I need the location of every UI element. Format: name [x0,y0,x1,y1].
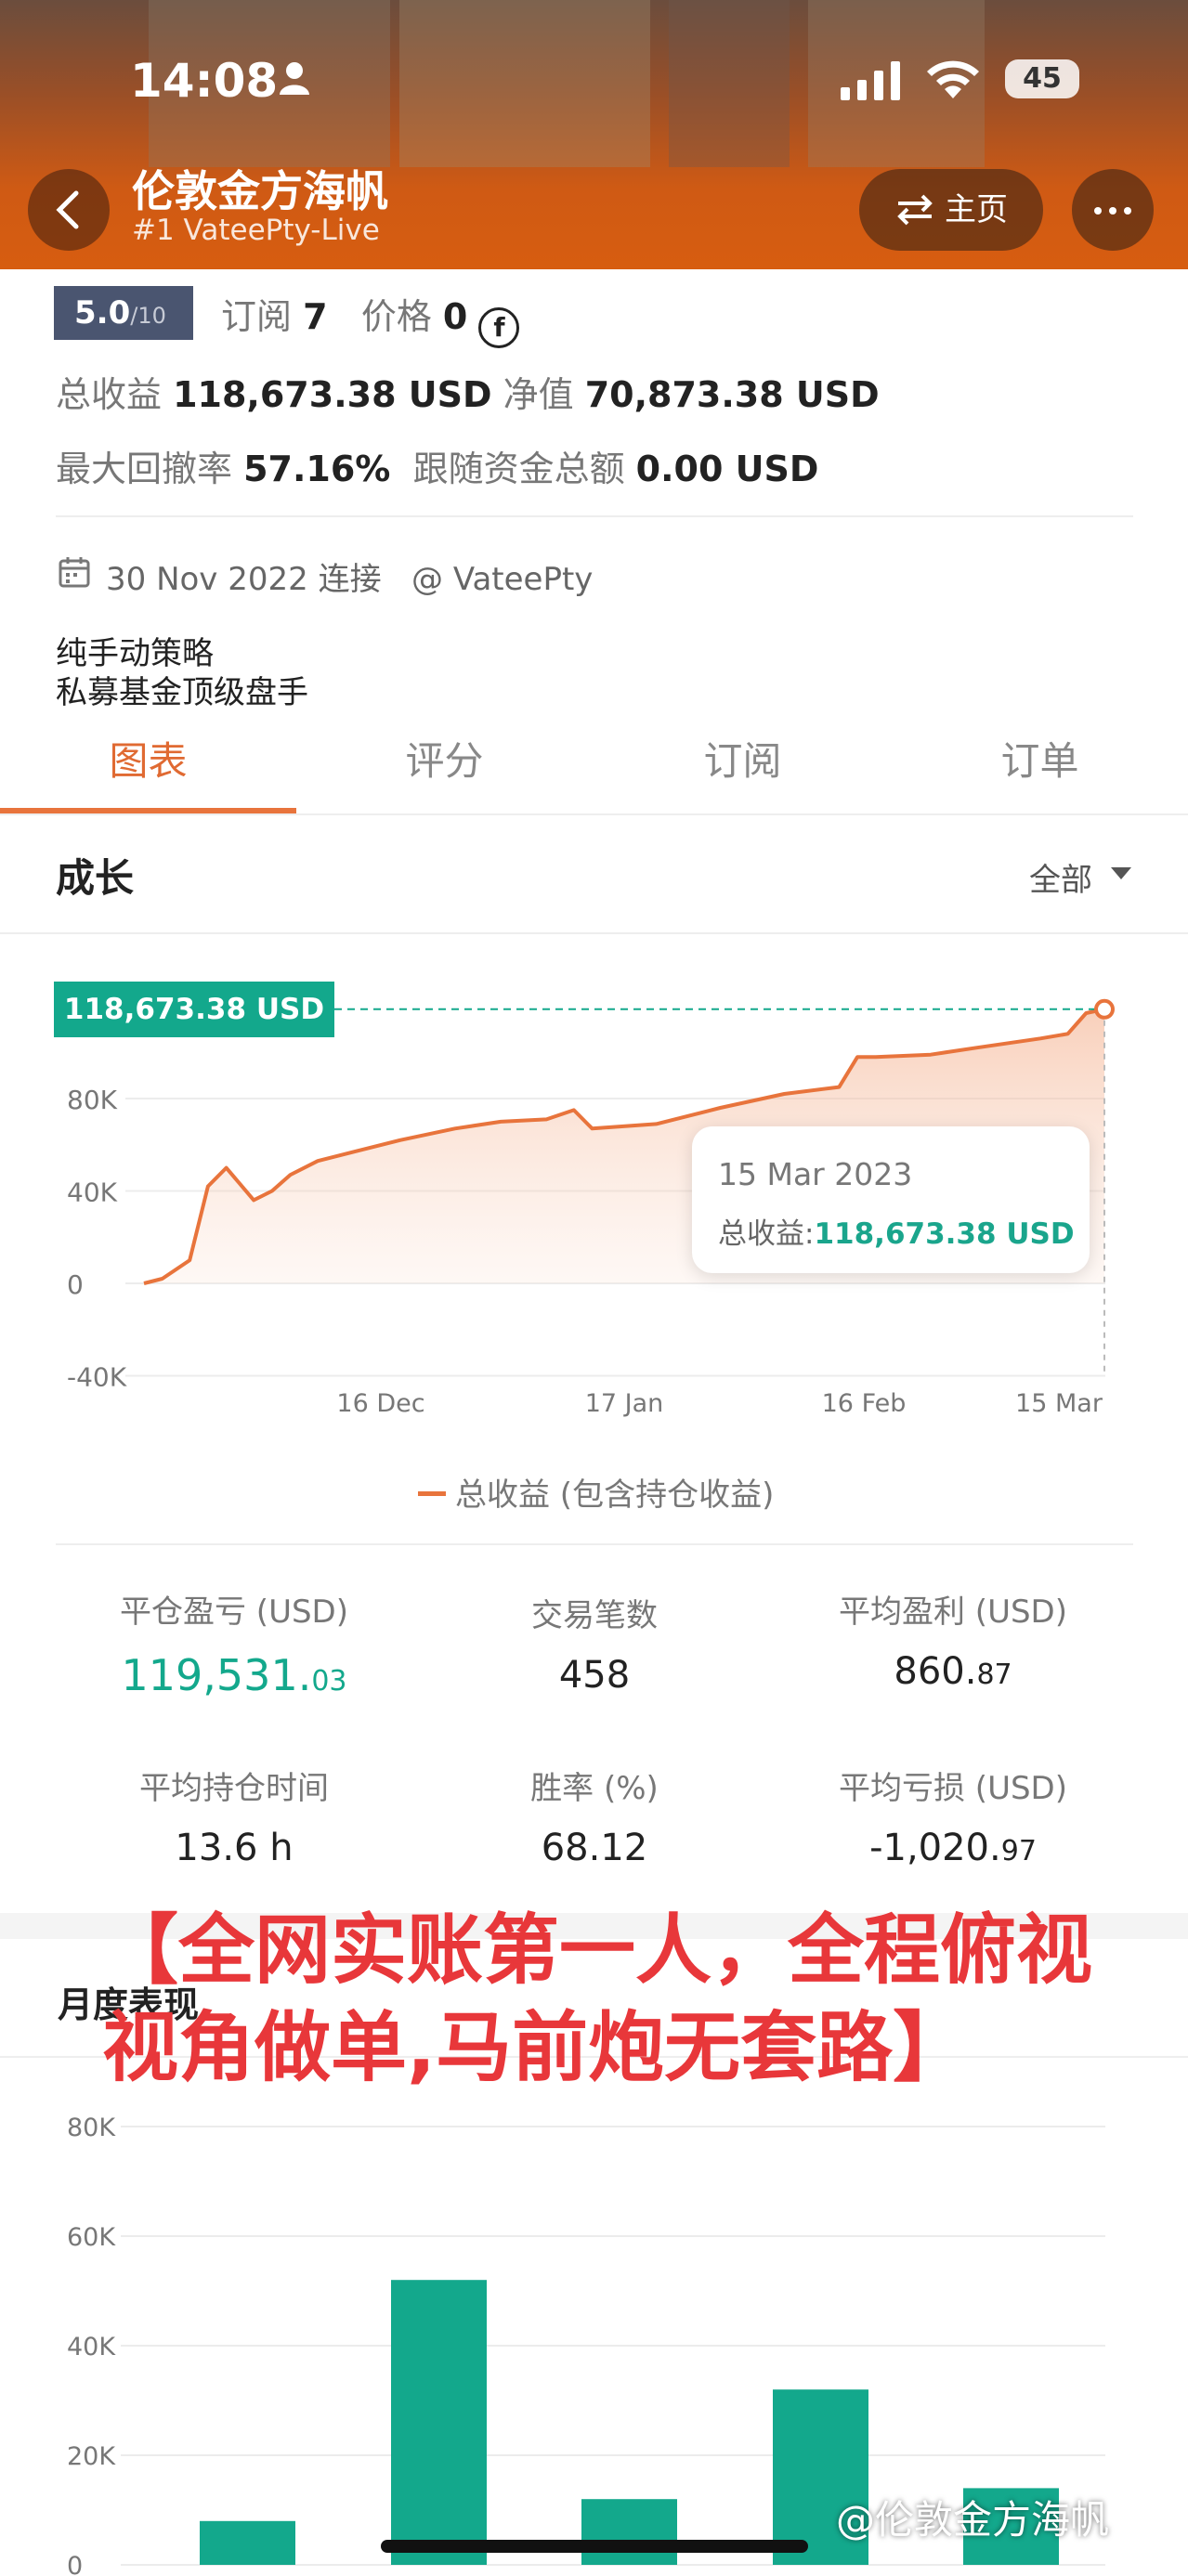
back-button[interactable] [28,169,110,251]
price-value: 0 [442,296,468,337]
stat-label: 交易笔数 [531,1597,658,1634]
swap-icon [897,194,933,226]
wifi-icon [927,60,979,98]
y-tick-label: -40K [67,1362,127,1393]
y-tick-label: 40K [67,1177,118,1208]
tab-orders[interactable]: 订单 [892,730,1188,787]
header: 14:08 45 伦敦金方海帆 #1 VateePty-Live 主页 [0,0,1188,269]
follow-value: 0.00 USD [635,449,819,489]
stat-closed-pnl: 平仓盈亏 (USD) 119,531.03 [58,1586,411,1700]
tab-divider [0,813,1188,815]
stat-value: 458 [558,1654,631,1697]
tab-subscribe[interactable]: 订阅 [594,730,891,787]
drawdown-label: 最大回撤率 [56,449,233,489]
legend-swatch [418,1491,446,1496]
y-tick-label: 0 [67,2552,83,2576]
chart-legend: 总收益 (包含持仓收益) [418,1469,774,1515]
tab-rating[interactable]: 评分 [296,730,593,787]
stat-label: 胜率 (%) [530,1770,659,1807]
watermark: @伦敦金方海帆 [836,2497,1110,2543]
x-tick-label: 17 Jan [585,1389,664,1418]
home-button-label: 主页 [945,191,1008,228]
equity-value: 70,873.38 USD [584,374,880,415]
drawdown-value: 57.16% [243,449,391,489]
equity-label: 净值 [503,374,574,415]
tooltip-date: 15 Mar 2023 [718,1156,913,1192]
stat-label: 平仓盈亏 (USD) [120,1594,348,1631]
range-filter[interactable]: 全部 [1029,854,1092,900]
stat-label: 平均盈利 (USD) [839,1594,1067,1631]
battery-indicator: 45 [1005,59,1079,98]
x-tick-label: 16 Dec [336,1389,424,1418]
stat-avg-profit: 平均盈利 (USD) 860.87 [777,1586,1129,1693]
y-tick-label: 20K [67,2442,116,2471]
stat-win-rate: 胜率 (%) 68.12 [418,1763,771,1869]
score-max: /10 [130,303,166,329]
score-value: 5.0 [74,294,131,332]
stat-trade-count: 交易笔数 458 [418,1590,771,1697]
current-point [1094,998,1115,1020]
stat-value: 13.6 h [175,1827,294,1869]
monthly-bar [200,2520,295,2565]
y-tick-label: 60K [67,2223,116,2252]
trader-name: 伦敦金方海帆 [132,166,388,216]
more-options-icon[interactable] [1072,169,1154,251]
follow-label: 跟随资金总额 [412,449,625,489]
trader-subtitle: #1 VateePty-Live [132,214,380,247]
join-date: 30 Nov 2022 连接 [106,561,382,598]
y-tick-label: 80K [67,1085,118,1115]
stat-value: -1,020.97 [869,1827,1037,1869]
growth-title: 成长 [56,855,135,901]
overlay-caption: 【全网实账第一人，全程俯视视角做单,马前炮无套路】 [102,1906,1093,2092]
home-button[interactable]: 主页 [859,169,1043,251]
divider [56,515,1133,517]
chevron-left-icon [56,190,79,229]
person-icon [280,62,309,95]
total-profit-label: 总收益 [56,374,163,415]
legend-label: 总收益 (包含持仓收益) [455,1477,775,1514]
score-badge: 5.0/10 [54,286,193,340]
total-profit-value: 118,673.38 USD [173,374,492,415]
background-photo [669,0,790,167]
account-handle[interactable]: @ VateePty [411,561,593,598]
signal-icon [841,61,900,100]
profit-info: 总收益 118,673.38 USD 净值 70,873.38 USD [56,366,880,417]
monthly-bar [581,2499,677,2565]
stat-label: 平均亏损 (USD) [839,1770,1067,1807]
home-indicator[interactable] [381,2540,808,2553]
x-tick-label: 15 Mar [1015,1389,1103,1418]
price-label: 价格 [360,296,432,337]
subscribe-count: 7 [303,296,328,337]
y-tick-label: 80K [67,2114,116,2142]
current-value-flag: 118,673.38 USD [54,982,334,1037]
stat-avg-hold-time: 平均持仓时间 13.6 h [58,1763,411,1869]
description-line: 私募基金顶级盘手 [56,674,308,711]
caret-down-icon[interactable] [1111,867,1131,879]
coin-icon: f [478,307,520,348]
stat-avg-loss: 平均亏损 (USD) -1,020.97 [777,1763,1129,1869]
chart-tooltip: 15 Mar 2023 总收益:118,673.38 USD [692,1126,1090,1273]
subscribe-info: 订阅 7 价格 0 f [221,288,520,348]
tab-chart[interactable]: 图表 [0,730,296,787]
subscribe-label: 订阅 [221,296,293,337]
stat-label: 平均持仓时间 [139,1770,329,1807]
status-time: 14:08 [130,54,279,108]
x-tick-label: 16 Feb [822,1389,907,1418]
stat-value: 119,531.03 [121,1650,347,1700]
background-photo [399,0,650,167]
divider [56,1543,1133,1545]
y-tick-label: 0 [67,1269,84,1300]
drawdown-info: 最大回撤率 57.16% 跟随资金总额 0.00 USD [56,440,818,491]
monthly-bar [391,2280,487,2565]
tooltip-value: 118,673.38 USD [814,1217,1075,1251]
join-info: 30 Nov 2022 连接 @ VateePty [56,553,593,599]
stat-value: 860.87 [894,1650,1012,1693]
tooltip-label: 总收益:118,673.38 USD [718,1210,1075,1252]
y-tick-label: 40K [67,2333,116,2361]
tooltip-label-text: 总收益: [718,1217,815,1251]
stat-value: 68.12 [541,1827,648,1869]
